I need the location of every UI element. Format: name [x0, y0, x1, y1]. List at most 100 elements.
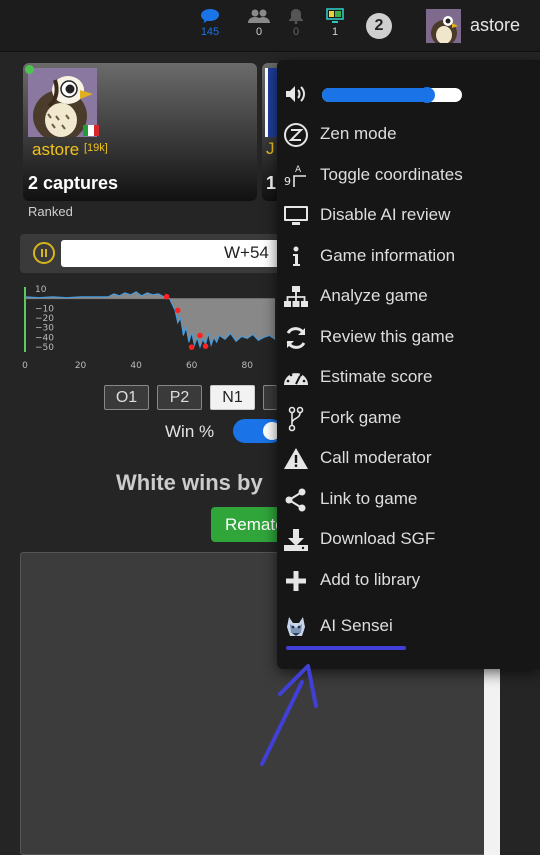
sitemap-icon	[284, 286, 308, 307]
win-rate-toggle[interactable]	[233, 419, 283, 443]
menu-item-label: AI Sensei	[320, 616, 393, 635]
menu-item-label: Fork game	[320, 408, 402, 427]
menu-item-label: Link to game	[320, 489, 418, 508]
opponent-name[interactable]: J	[266, 139, 275, 159]
move-p2-button[interactable]: P2	[157, 385, 202, 410]
chat-button[interactable]: 145	[192, 8, 228, 38]
player-rank: [19k]	[83, 142, 108, 154]
pause-icon[interactable]	[33, 242, 55, 264]
player-name-line[interactable]: astore [19k]	[32, 140, 108, 160]
bell-icon	[289, 9, 303, 24]
active-games-count: 1	[331, 26, 339, 38]
menu-item-ai-sensei[interactable]: AI Sensei	[283, 612, 533, 642]
warning-icon	[284, 448, 308, 469]
x-tick-label: 0	[22, 361, 28, 371]
highlight-point	[197, 332, 203, 339]
volume-slider-knob[interactable]	[419, 87, 435, 103]
menu-item-game-information[interactable]: Game information	[283, 242, 533, 272]
score-graph[interactable]: 10 −10−20−30−40−50 0 20 40 60 80	[0, 282, 277, 372]
user-avatar[interactable]	[426, 9, 461, 43]
gauge-icon	[284, 370, 308, 385]
notifications-count: 0	[292, 26, 300, 38]
turn-badge[interactable]: 2	[366, 13, 392, 39]
ai-sensei-icon	[287, 617, 305, 636]
player-card: astore [19k] 2 captures	[23, 63, 257, 201]
x-tick-label: 80	[241, 361, 253, 371]
x-tick-label: 20	[75, 361, 87, 371]
highlight-point	[163, 293, 170, 300]
zen-icon	[284, 123, 308, 147]
y-tick-label: −50	[35, 343, 54, 353]
fork-icon	[288, 406, 304, 432]
svg-text:A: A	[295, 165, 302, 175]
annotation-arrow	[260, 664, 318, 766]
menu-item-label: Zen mode	[320, 124, 397, 143]
annotation-underline	[286, 646, 406, 650]
menu-item-label: Estimate score	[320, 367, 433, 386]
menu-item-estimate-score[interactable]: Estimate score	[283, 363, 533, 393]
player-name[interactable]: astore	[32, 140, 79, 159]
menu-item-label: Add to library	[320, 570, 421, 589]
username[interactable]: astore	[470, 15, 520, 36]
menu-item-link-to-game[interactable]: Link to game	[283, 485, 533, 515]
download-icon	[284, 529, 308, 551]
score-estimate: W+54	[61, 240, 291, 267]
chat-icon	[201, 9, 219, 23]
series-area	[25, 291, 275, 348]
highlight-point	[174, 307, 181, 314]
menu-item-zen-mode[interactable]: Zen mode	[283, 120, 533, 150]
share-icon	[285, 488, 306, 512]
menu-item-analyze-game[interactable]: Analyze game	[283, 282, 533, 312]
x-tick-label: 60	[186, 361, 198, 371]
active-games-button[interactable]: 1	[317, 8, 353, 38]
game-ranked-label: Ranked	[28, 204, 73, 219]
notifications-button[interactable]: 0	[278, 8, 314, 38]
opponent-captures: 1	[266, 173, 277, 193]
y-tick-label: −10	[35, 304, 54, 314]
y-tick-label: −20	[35, 314, 54, 324]
menu-item-download-sgf[interactable]: Download SGF	[283, 525, 533, 555]
info-icon	[293, 246, 300, 266]
move-next-button[interactable]	[263, 385, 277, 410]
chat-count: 145	[200, 26, 220, 38]
highlight-point	[202, 343, 209, 349]
online-indicator	[25, 65, 34, 74]
game-result: White wins by	[116, 470, 263, 495]
volume-icon	[286, 86, 305, 102]
menu-item-toggle-coordinates[interactable]: A 9 Toggle coordinates	[283, 161, 533, 191]
move-n1-button[interactable]: N1	[210, 385, 255, 410]
volume-slider[interactable]	[322, 87, 462, 103]
menu-item-label: Disable AI review	[320, 205, 451, 224]
plus-icon	[286, 571, 306, 591]
users-icon	[248, 9, 270, 23]
refresh-icon	[286, 327, 306, 349]
friends-count: 0	[255, 26, 263, 38]
menu-item-call-moderator[interactable]: Call moderator	[283, 444, 533, 474]
y-tick-label: 10	[35, 285, 47, 295]
volume-button[interactable]	[284, 84, 308, 109]
menu-item-label: Analyze game	[320, 286, 428, 305]
menu-item-label: Call moderator	[320, 448, 432, 467]
svg-text:9: 9	[284, 175, 291, 188]
menu-item-add-to-library[interactable]: Add to library	[283, 566, 533, 596]
menu-item-fork-game[interactable]: Fork game	[283, 404, 533, 434]
menu-item-label: Review this game	[320, 327, 455, 346]
friends-button[interactable]: 0	[241, 8, 277, 38]
italy-flag-icon	[83, 125, 99, 136]
menu-item-label: Game information	[320, 246, 456, 265]
move-o1-button[interactable]: O1	[104, 385, 149, 410]
falcon-avatar-icon	[426, 9, 461, 43]
monitor-icon	[284, 206, 308, 225]
y-tick-label: −40	[35, 333, 54, 343]
menu-item-label: Toggle coordinates	[320, 165, 463, 184]
monitor-icon	[326, 8, 344, 23]
x-tick-label: 40	[130, 361, 142, 371]
coordinates-icon: A 9	[284, 165, 306, 188]
volume-slider-fill	[322, 88, 427, 102]
menu-item-disable-ai-review[interactable]: Disable AI review	[283, 201, 533, 231]
player-captures: 2 captures	[28, 173, 119, 193]
y-tick-label: −30	[35, 324, 54, 334]
win-rate-label: Win %	[165, 422, 215, 441]
menu-item-review-this-game[interactable]: Review this game	[283, 323, 533, 353]
menu-item-label: Download SGF	[320, 529, 436, 548]
